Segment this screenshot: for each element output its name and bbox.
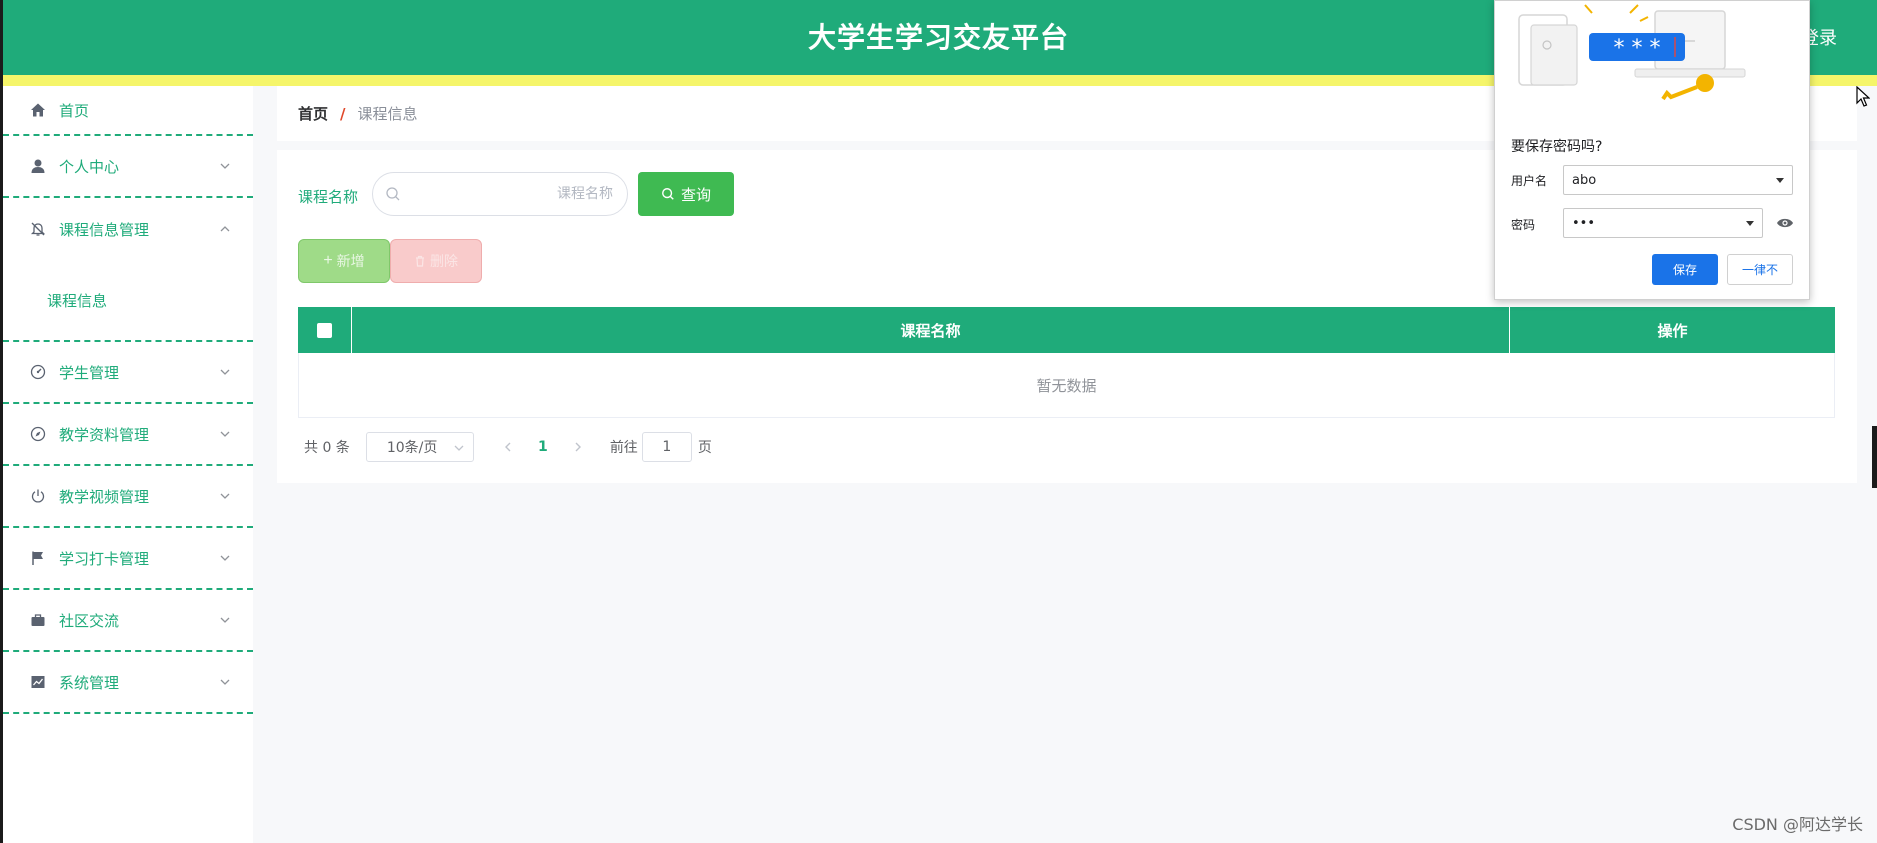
sidebar-item-teaching-videos[interactable]: 教学视频管理 <box>3 466 253 528</box>
password-select[interactable]: ••• <box>1563 208 1763 238</box>
pagination-total: 共 0 条 <box>304 440 350 456</box>
query-button-label: 查询 <box>680 186 711 204</box>
dropdown-caret-icon <box>1746 221 1754 226</box>
sidebar: 首页 个人中心 课程信息管理 课程信息 学生管理 教学资料管理 教学视频管理 学… <box>3 86 253 843</box>
sidebar-subitem-course-info[interactable]: 课程信息 <box>3 260 253 342</box>
chevron-down-icon <box>220 431 230 437</box>
page-size-select[interactable]: 10条/页 <box>365 432 474 462</box>
search-icon <box>386 187 400 201</box>
table-header: 课程名称 操作 <box>298 307 1835 353</box>
search-label: 课程名称 <box>298 188 359 206</box>
save-password-title: 要保存密码吗? <box>1511 139 1603 155</box>
sidebar-item-personal-center[interactable]: 个人中心 <box>3 136 253 198</box>
password-value: ••• <box>1572 215 1596 231</box>
chevron-left-icon <box>504 442 511 452</box>
chevron-down-icon <box>220 617 230 623</box>
table-empty-state: 暂无数据 <box>298 353 1835 418</box>
username-value: abo <box>1572 172 1597 188</box>
window-left-edge <box>0 0 3 843</box>
page-unit-label: 页 <box>697 440 712 456</box>
chevron-down-icon <box>220 163 230 169</box>
sidebar-item-label: 教学资料管理 <box>59 425 150 444</box>
delete-button[interactable]: 删除 <box>390 239 482 283</box>
next-page-button[interactable] <box>566 432 590 462</box>
breadcrumb-current: 课程信息 <box>357 105 418 123</box>
select-all-cell <box>298 307 352 353</box>
never-save-button[interactable]: 一律不 <box>1727 254 1793 285</box>
sidebar-item-label: 课程信息管理 <box>59 220 150 239</box>
trash-icon <box>416 255 424 267</box>
sidebar-item-teaching-materials[interactable]: 教学资料管理 <box>3 404 253 466</box>
chevron-down-icon <box>454 445 464 451</box>
username-select[interactable]: abo <box>1563 165 1793 195</box>
page-number-current[interactable]: 1 <box>520 439 566 455</box>
plus-icon: + <box>323 252 333 269</box>
flag-icon <box>29 549 47 567</box>
pagination: 共 0 条 10条/页 1 前往 页 <box>298 432 712 462</box>
sidebar-item-community[interactable]: 社区交流 <box>3 590 253 652</box>
password-label: 密码 <box>1511 218 1536 232</box>
watermark: CSDN @阿达学长 <box>1732 815 1863 834</box>
chevron-up-icon <box>220 226 230 232</box>
user-icon <box>29 157 47 175</box>
breadcrumb-home[interactable]: 首页 <box>298 103 328 124</box>
query-button[interactable]: 查询 <box>638 172 734 216</box>
compass-icon <box>29 425 47 443</box>
sidebar-subitem-label: 课程信息 <box>47 291 108 310</box>
column-header-operation: 操作 <box>1657 321 1688 340</box>
sidebar-item-label: 个人中心 <box>59 157 120 176</box>
username-label: 用户名 <box>1511 174 1548 188</box>
dashboard-icon <box>29 363 47 381</box>
column-header-course-name[interactable]: 课程名称 <box>352 307 1510 353</box>
select-all-checkbox[interactable] <box>317 322 332 338</box>
sidebar-item-label: 系统管理 <box>59 673 120 692</box>
illustration-stars: * * * <box>1614 36 1661 61</box>
scrollbar-thumb[interactable] <box>1872 426 1877 488</box>
chevron-down-icon <box>220 493 230 499</box>
add-button[interactable]: + 新增 <box>298 239 390 283</box>
breadcrumb-separator: / <box>340 104 346 123</box>
delete-button-label: 删除 <box>430 253 458 269</box>
password-illustration: * * * <box>1518 4 1746 101</box>
save-password-dialog: * * * 要保存密码吗? 用户名 abo 密码 ••• 保存 一律不 <box>1494 0 1810 300</box>
sidebar-item-student-management[interactable]: 学生管理 <box>3 342 253 404</box>
goto-page-input[interactable] <box>641 432 692 462</box>
sidebar-item-label: 社区交流 <box>59 611 120 630</box>
chevron-down-icon <box>220 369 230 375</box>
home-icon <box>29 101 47 119</box>
sidebar-item-label: 首页 <box>59 101 90 120</box>
search-box[interactable] <box>372 172 628 216</box>
chevron-right-icon <box>575 442 581 452</box>
search-icon <box>662 188 674 200</box>
save-password-button[interactable]: 保存 <box>1652 254 1718 285</box>
course-name-search-input[interactable] <box>409 181 613 207</box>
prev-page-button[interactable] <box>496 432 520 462</box>
briefcase-icon <box>29 611 47 629</box>
dropdown-caret-icon <box>1776 178 1784 183</box>
sidebar-item-course-management[interactable]: 课程信息管理 <box>3 198 253 260</box>
chart-icon <box>29 673 47 691</box>
sidebar-item-system-management[interactable]: 系统管理 <box>3 652 253 714</box>
mouse-cursor-icon <box>1856 86 1870 107</box>
sidebar-item-label: 学生管理 <box>59 363 120 382</box>
chevron-down-icon <box>220 679 230 685</box>
power-icon <box>29 487 47 505</box>
bell-off-icon <box>29 220 47 238</box>
sidebar-item-label: 教学视频管理 <box>59 487 150 506</box>
show-password-icon[interactable] <box>1776 216 1794 230</box>
sidebar-item-home[interactable]: 首页 <box>3 86 253 136</box>
sidebar-item-study-checkin[interactable]: 学习打卡管理 <box>3 528 253 590</box>
page-size-value: 10条/页 <box>386 440 438 456</box>
goto-label: 前往 <box>609 440 638 456</box>
add-button-label: 新增 <box>336 253 365 269</box>
sidebar-item-label: 学习打卡管理 <box>59 549 150 568</box>
chevron-down-icon <box>220 555 230 561</box>
